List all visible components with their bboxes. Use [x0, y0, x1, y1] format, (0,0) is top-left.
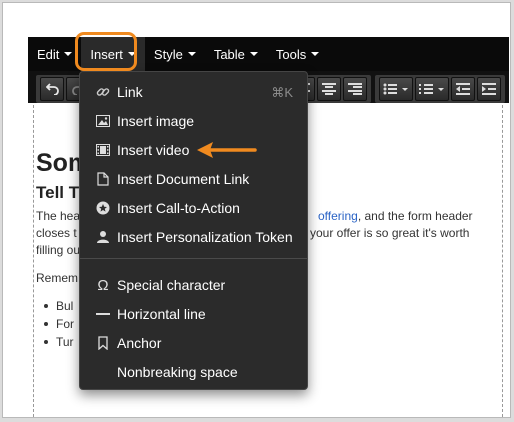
numbered-list-button[interactable]: [415, 77, 449, 101]
chevron-down-icon: [187, 52, 196, 56]
menu-item-special-character-label: Special character: [117, 277, 226, 293]
menu-separator: [80, 258, 307, 259]
align-center-icon: [322, 83, 336, 95]
menu-item-anchor-label: Anchor: [117, 335, 162, 351]
list-item: Tur: [44, 333, 74, 351]
menu-table[interactable]: Table: [205, 37, 267, 71]
indent-button[interactable]: [477, 77, 501, 101]
numbered-list-icon: [419, 84, 444, 94]
bookmark-icon: [96, 336, 110, 350]
menu-item-insert-document-link-label: Insert Document Link: [117, 171, 250, 187]
menu-item-link[interactable]: Link ⌘K: [80, 78, 307, 106]
menu-style-label: Style: [153, 46, 183, 62]
menu-item-horizontal-line-label: Horizontal line: [117, 306, 206, 322]
horizontal-line-icon: [96, 307, 110, 321]
menu-item-horizontal-line[interactable]: Horizontal line: [80, 300, 307, 328]
undo-button[interactable]: [40, 77, 64, 101]
outdent-icon: [456, 83, 470, 95]
insert-menu-dropdown: Link ⌘K Insert image Insert video Insert…: [79, 71, 308, 390]
menu-item-insert-image[interactable]: Insert image: [80, 107, 307, 135]
menu-item-link-label: Link: [117, 84, 143, 100]
chevron-down-icon: [311, 52, 320, 56]
menu-item-nonbreaking-space[interactable]: Nonbreaking space: [80, 358, 307, 386]
list-item: Bul: [44, 297, 74, 315]
editor-window: Edit Insert Style Table Tools Som Tell T…: [2, 2, 511, 418]
outdent-button[interactable]: [451, 77, 475, 101]
star-badge-icon: [96, 201, 110, 215]
menu-item-insert-personalization-token[interactable]: Insert Personalization Token: [80, 223, 307, 251]
pointer-arrow-annotation: [197, 142, 257, 158]
menu-tools[interactable]: Tools: [267, 37, 328, 71]
omega-icon: Ω: [97, 276, 109, 294]
paragraph-line-1-end: offering, and the form header: [318, 209, 473, 223]
menu-item-insert-personalization-token-label: Insert Personalization Token: [117, 229, 293, 245]
paragraph-line-1-start: The hea: [36, 209, 81, 223]
menu-table-label: Table: [213, 46, 245, 62]
align-center-button[interactable]: [317, 77, 341, 101]
bullet-list-icon: [383, 83, 408, 95]
menu-item-insert-image-label: Insert image: [117, 113, 195, 129]
menu-edit-label: Edit: [37, 46, 60, 62]
undo-icon: [45, 83, 59, 95]
menu-tools-label: Tools: [275, 46, 307, 62]
align-right-button[interactable]: [343, 77, 367, 101]
menu-insert[interactable]: Insert: [81, 37, 145, 71]
paragraph-line-3: filling ou: [36, 243, 81, 257]
menu-style[interactable]: Style: [145, 37, 205, 71]
format-tools: [285, 75, 507, 103]
menu-item-special-character[interactable]: Ω Special character: [80, 271, 307, 299]
paragraph-line-2-end: your offer is so great it's worth: [310, 226, 470, 240]
menu-item-anchor[interactable]: Anchor: [80, 329, 307, 357]
chevron-down-icon: [127, 52, 136, 56]
document-subheading: Tell T: [36, 183, 80, 202]
menu-item-nonbreaking-space-label: Nonbreaking space: [117, 364, 238, 380]
menu-item-insert-video-label: Insert video: [117, 142, 190, 158]
list-group: [375, 75, 505, 103]
chevron-down-icon: [249, 52, 258, 56]
menu-edit[interactable]: Edit: [28, 37, 81, 71]
image-icon: [96, 114, 110, 128]
menu-insert-label: Insert: [90, 46, 123, 62]
paragraph-2: Remem: [36, 271, 79, 285]
menu-item-insert-call-to-action[interactable]: Insert Call-to-Action: [80, 194, 307, 222]
link-icon: [96, 85, 110, 99]
chevron-down-icon: [64, 52, 73, 56]
paragraph-line-1-tail: , and the form header: [357, 209, 473, 223]
paragraph-line-2-start: closes t: [36, 226, 77, 240]
shortcut-label: ⌘K: [271, 85, 293, 100]
align-right-icon: [348, 83, 362, 95]
list-item: For: [44, 315, 74, 333]
person-icon: [96, 230, 110, 244]
menubar: Edit Insert Style Table Tools: [28, 37, 509, 71]
menu-item-insert-document-link[interactable]: Insert Document Link: [80, 165, 307, 193]
document-icon: [96, 172, 110, 186]
bullet-list-button[interactable]: [379, 77, 413, 101]
offering-link[interactable]: offering: [318, 209, 358, 223]
film-icon: [96, 143, 110, 157]
indent-icon: [482, 83, 496, 95]
menu-item-insert-video[interactable]: Insert video: [80, 136, 307, 164]
menu-item-insert-call-to-action-label: Insert Call-to-Action: [117, 200, 240, 216]
bullet-list: Bul For Tur: [44, 297, 74, 351]
